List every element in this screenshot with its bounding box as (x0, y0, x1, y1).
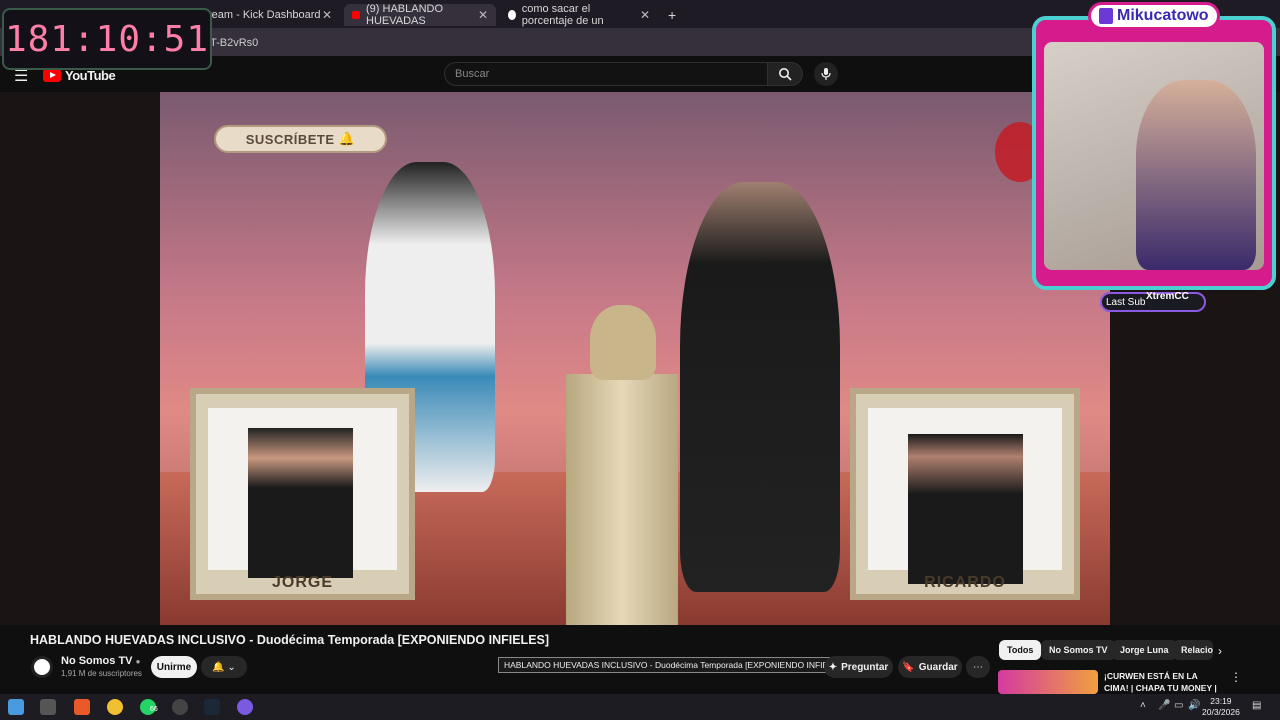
join-button[interactable]: Unirme (151, 656, 197, 678)
whatsapp-badge: 66 (150, 706, 158, 713)
sign-interpreter-right (908, 434, 1023, 584)
streamer (1136, 80, 1256, 270)
more-actions-button[interactable]: ⋯ (966, 656, 990, 678)
last-sub-name: XtremCC (1146, 291, 1189, 302)
bell-icon: 🔔 (338, 131, 356, 146)
close-icon[interactable]: ✕ (640, 8, 650, 22)
streamer-name: Mikucatowo (1117, 7, 1209, 24)
youtube-play-icon (43, 69, 61, 82)
microphone-icon (821, 68, 831, 80)
interpreter-label-left: JORGE (271, 574, 333, 591)
tab-youtube-video[interactable]: (9) HABLANDO HUEVADAS ✕ (344, 3, 496, 27)
voice-search-button[interactable] (814, 62, 838, 86)
save-button[interactable]: 🔖 Guardar (898, 656, 962, 678)
interpreter-frame-left: JORGE (190, 388, 415, 600)
stream-timer: 181:10:51 (2, 8, 212, 70)
close-icon[interactable]: ✕ (478, 8, 488, 22)
channel-name[interactable]: No Somos TV ● (61, 655, 140, 667)
bookmark-icon: 🔖 (902, 661, 915, 673)
tab-label: como sacar el porcentaje de un (521, 3, 604, 27)
address-text[interactable]: T-B2vRs0 (210, 37, 258, 49)
google-favicon-icon (508, 10, 516, 20)
streamer-name-badge: Mikucatowo (1088, 2, 1220, 30)
steam-icon[interactable] (204, 699, 220, 715)
chip-no-somos-tv[interactable]: No Somos TV (1041, 640, 1116, 660)
clock-date: 20/3/2026 (1202, 707, 1240, 717)
video-player[interactable]: SUSCRÍBETE 🔔 JORGE RICARDO (160, 92, 1110, 625)
ask-label: Preguntar (841, 661, 889, 673)
chrome-icon[interactable] (107, 699, 123, 715)
chip-all[interactable]: Todos (999, 640, 1042, 660)
obs-icon[interactable] (172, 699, 188, 715)
search-button[interactable] (767, 62, 803, 86)
channel-name-text: No Somos TV (61, 655, 133, 667)
webcam-overlay (1032, 16, 1276, 290)
urn (590, 305, 656, 380)
new-tab-button[interactable]: + (660, 4, 680, 26)
interpreter-window (208, 408, 397, 578)
sign-interpreter-left (248, 428, 353, 578)
chip-jorge-luna[interactable]: Jorge Luna (1112, 640, 1177, 660)
title-tooltip: HABLANDO HUEVADAS INCLUSIVO - Duodécima … (498, 657, 853, 673)
chevron-right-icon[interactable]: › (1218, 644, 1222, 658)
center-pillar (566, 374, 678, 625)
last-sub-widget: Last Sub XtremCC (1100, 291, 1206, 312)
network-icon[interactable]: ▭ (1174, 700, 1183, 711)
recommendation-more-icon[interactable]: ⋮ (1230, 670, 1242, 684)
interpreter-window (868, 408, 1062, 584)
ask-button[interactable]: ✦ Preguntar (824, 656, 893, 678)
youtube-favicon-icon (352, 11, 360, 19)
host-ricardo (680, 182, 840, 592)
brave-icon[interactable] (74, 699, 90, 715)
youtube-logo-text: YouTube (65, 68, 116, 83)
recommendation-thumbnail[interactable] (998, 670, 1098, 694)
taskbar (0, 694, 1280, 720)
discord-icon[interactable] (237, 699, 253, 715)
tab-google-search[interactable]: como sacar el porcentaje de un ✕ (500, 3, 658, 27)
search-icon (779, 68, 792, 81)
player-letterbox-left (0, 92, 160, 625)
interpreter-label-right: RICARDO (924, 574, 1006, 591)
chip-related[interactable]: Relacio (1173, 640, 1213, 660)
volume-icon[interactable]: 🔊 (1188, 700, 1200, 711)
last-sub-label: Last Sub (1106, 296, 1146, 308)
subscribe-banner: SUSCRÍBETE 🔔 (214, 125, 387, 153)
search-input[interactable]: Buscar (444, 62, 768, 86)
windows-start-icon[interactable] (8, 699, 24, 715)
tab-label: ream - Kick Dashboard (208, 9, 321, 21)
twitch-icon (1099, 8, 1113, 24)
youtube-logo[interactable]: YouTube (43, 68, 116, 83)
tab-label: (9) HABLANDO HUEVADAS (366, 3, 444, 27)
interpreter-frame-right: RICARDO (850, 388, 1080, 600)
task-view-icon[interactable] (40, 699, 56, 715)
subscribe-banner-text: SUSCRÍBETE (245, 131, 335, 147)
tab-kick-dashboard[interactable]: ream - Kick Dashboard ✕ (200, 4, 340, 26)
clock-time: 23:19 (1210, 696, 1232, 706)
close-icon[interactable]: ✕ (322, 8, 332, 22)
notifications-button[interactable]: 🔔 ⌄ (201, 656, 247, 678)
tray-chevron-icon[interactable]: ˄ (1140, 700, 1146, 711)
video-title: HABLANDO HUEVADAS INCLUSIVO - Duodécima … (30, 633, 550, 647)
verified-icon: ● (135, 657, 141, 666)
channel-subscribers: 1,91 M de suscriptores (61, 669, 142, 678)
channel-avatar[interactable] (31, 656, 53, 678)
sparkle-icon: ✦ (828, 661, 838, 673)
microphone-tray-icon[interactable]: 🎤 (1158, 700, 1170, 711)
system-clock[interactable]: 23:19 20/3/2026 (1202, 696, 1240, 718)
notifications-icon[interactable]: ▤ (1252, 700, 1261, 711)
save-label: Guardar (918, 661, 958, 673)
